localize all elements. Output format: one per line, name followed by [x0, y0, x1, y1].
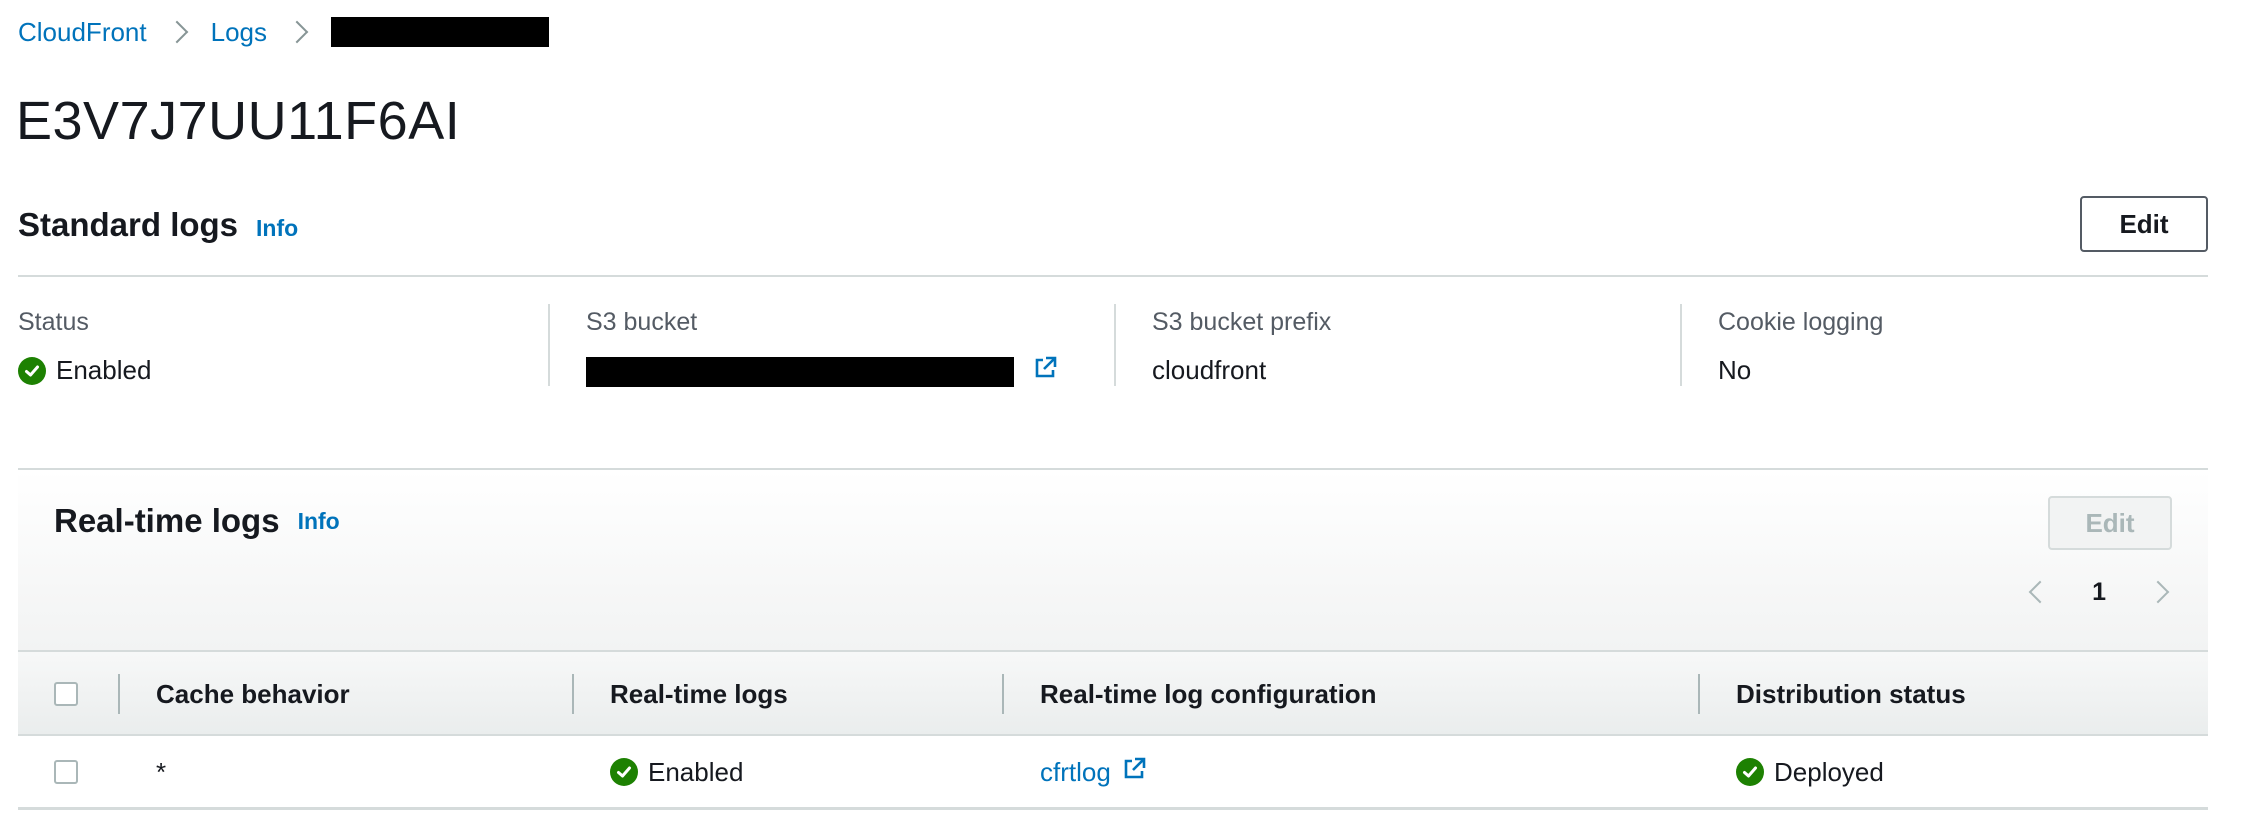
s3-bucket-field: S3 bucket: [586, 300, 1106, 390]
chevron-right-icon: [2146, 580, 2170, 604]
log-configuration-link[interactable]: cfrtlog: [1040, 757, 1111, 788]
cookie-logging-label: Cookie logging: [1718, 308, 1884, 336]
table-header: Cache behavior Real-time logs Real-time …: [18, 650, 2208, 736]
realtime-logs-header: Real-time logs Info Edit 1: [18, 470, 2208, 650]
column-divider: [572, 674, 574, 714]
realtime-logs-edit-button[interactable]: Edit: [2048, 496, 2172, 550]
pagination: 1: [2026, 578, 2172, 607]
column-header-cache-behavior[interactable]: Cache behavior: [156, 652, 350, 736]
standard-logs-info-link[interactable]: Info: [256, 215, 298, 242]
column-divider: [1698, 674, 1700, 714]
chevron-right-icon: [285, 20, 309, 44]
s3-bucket-prefix-label: S3 bucket prefix: [1152, 308, 1332, 336]
status-success-icon: [610, 758, 638, 786]
s3-bucket-prefix-value: cloudfront: [1152, 355, 1267, 385]
status-label: Status: [18, 308, 89, 336]
standard-logs-edit-button[interactable]: Edit: [2080, 196, 2208, 252]
external-link-icon[interactable]: [1121, 756, 1147, 789]
next-page-button[interactable]: [2144, 578, 2172, 607]
current-page-number[interactable]: 1: [2092, 578, 2106, 607]
realtime-logs-status-cell: Enabled: [648, 756, 744, 787]
realtime-logs-info-link[interactable]: Info: [298, 508, 340, 535]
column-header-distribution-status[interactable]: Distribution status: [1736, 652, 1966, 736]
cookie-logging-value: No: [1718, 355, 1752, 385]
divider: [18, 275, 2208, 277]
column-divider: [118, 674, 120, 714]
s3-bucket-prefix-field: S3 bucket prefix cloudfront: [1152, 300, 1672, 390]
status-field: Status Enabled: [18, 300, 538, 390]
s3-bucket-label: S3 bucket: [586, 308, 698, 336]
cookie-logging-field: Cookie logging No: [1718, 300, 2198, 390]
s3-bucket-link[interactable]: [586, 356, 1022, 387]
column-header-log-configuration[interactable]: Real-time log configuration: [1040, 652, 1377, 736]
breadcrumb: CloudFront Logs: [18, 12, 550, 52]
column-header-realtime-logs[interactable]: Real-time logs: [610, 652, 788, 736]
chevron-left-icon: [2028, 580, 2052, 604]
realtime-logs-container: Real-time logs Info Edit 1 Cache behavio…: [18, 468, 2208, 810]
row-checkbox[interactable]: [54, 760, 78, 784]
status-success-icon: [1736, 758, 1764, 786]
breadcrumb-cloudfront-link[interactable]: CloudFront: [18, 17, 147, 48]
status-value: Enabled: [56, 355, 152, 385]
distribution-status-cell: Deployed: [1774, 756, 1884, 787]
standard-logs-title: Standard logs: [18, 206, 239, 243]
column-divider: [548, 304, 550, 386]
chevron-right-icon: [165, 20, 188, 44]
select-all-checkbox[interactable]: [54, 682, 78, 706]
external-link-icon[interactable]: [1032, 355, 1058, 388]
column-divider: [1114, 304, 1116, 386]
table-row: * Enabled cfrtlog Deployed: [18, 736, 2208, 810]
redacted-breadcrumb: [331, 17, 550, 47]
realtime-logs-title: Real-time logs: [54, 502, 280, 539]
page-title: E3V7J7UU11F6AI: [16, 91, 461, 151]
status-success-icon: [18, 356, 46, 385]
standard-logs-header: Standard logs Info Edit: [18, 196, 2208, 276]
redacted-s3-bucket: [586, 356, 1014, 387]
column-divider: [1680, 304, 1682, 386]
column-divider: [1002, 674, 1004, 714]
cache-behavior-cell: *: [156, 756, 167, 787]
previous-page-button[interactable]: [2026, 578, 2054, 607]
breadcrumb-logs-link[interactable]: Logs: [211, 17, 267, 48]
